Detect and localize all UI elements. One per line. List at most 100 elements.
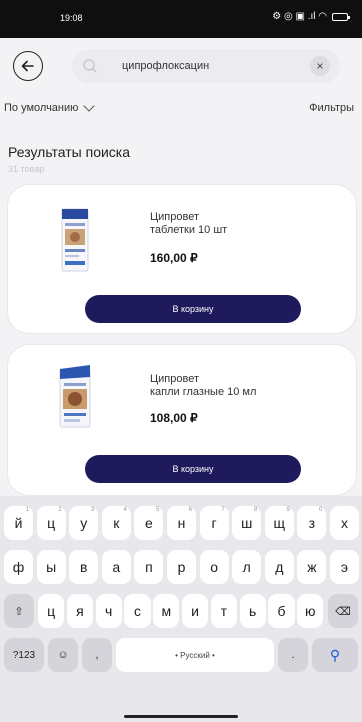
key-label: н (177, 515, 186, 531)
key[interactable]: в (69, 550, 99, 584)
key[interactable]: к4 (101, 506, 131, 540)
key-label: ж (307, 559, 317, 575)
key-hint: 3 (90, 507, 95, 513)
emoji-key[interactable]: ☺ (48, 638, 78, 672)
key[interactable]: а (101, 550, 131, 584)
product-price: 108,00 ₽ (150, 411, 198, 425)
keyboard-row: й1ц2у3к4е5н6г7ш8щ9з0х (0, 506, 362, 542)
chevron-down-icon (83, 99, 96, 112)
search-field[interactable]: × (72, 49, 340, 83)
home-indicator[interactable] (124, 715, 238, 718)
key[interactable]: ц2 (36, 506, 66, 540)
key-hint: 8 (253, 507, 258, 513)
key-hint: 9 (286, 507, 290, 513)
key[interactable]: н6 (167, 506, 196, 540)
comma-key[interactable]: , (82, 638, 112, 672)
key[interactable]: у3 (69, 506, 99, 540)
product-card[interactable]: Ципровет капли глазные 10 мл 108,00 ₽ В … (7, 344, 357, 496)
symbols-key[interactable]: ?123 (4, 638, 44, 672)
space-key[interactable]: • Русский • (116, 638, 274, 672)
key-label: й (14, 515, 23, 531)
clear-search-button[interactable]: × (310, 56, 330, 76)
product-card[interactable]: Ципровет таблетки 10 шт 160,00 ₽ В корзи… (7, 184, 357, 334)
key-label: м (161, 603, 172, 619)
keyboard-row: ⇧ ⌫ ц я ч с м и т ь б ю (0, 594, 362, 630)
key[interactable]: щ9 (264, 506, 294, 540)
key-label: е (144, 515, 153, 531)
results-title: Результаты поиска (8, 144, 131, 160)
key-label: ц (47, 515, 56, 531)
product-title: Ципровет (150, 373, 199, 385)
product-subtitle: капли глазные 10 мл (150, 386, 257, 398)
key[interactable]: л (232, 550, 262, 584)
back-button[interactable] (13, 51, 43, 81)
key[interactable]: ч (95, 594, 122, 628)
eye-drops-box-image (59, 365, 91, 428)
key[interactable]: э (330, 550, 359, 584)
key[interactable]: д (264, 550, 294, 584)
key-hint: 5 (156, 507, 160, 513)
filters-button[interactable]: Фильтры (309, 102, 354, 114)
key-label: и (191, 603, 199, 619)
key[interactable]: с (124, 594, 151, 628)
sort-dropdown[interactable]: По умолчанию (4, 99, 96, 114)
key-label: ю (305, 603, 316, 619)
search-results-screen: × По умолчанию Фильтры Результаты поиска… (0, 38, 362, 722)
key-label: с (133, 603, 141, 619)
key-label: я (76, 603, 84, 619)
search-key[interactable]: ⚲ (312, 638, 358, 672)
key[interactable]: п (134, 550, 164, 584)
key[interactable]: ф (4, 550, 33, 584)
key-label: в (79, 559, 88, 575)
key[interactable]: з0 (297, 506, 327, 540)
key-label: р (177, 559, 186, 575)
key[interactable]: х (330, 506, 359, 540)
key-label: л (242, 559, 251, 575)
status-bar: 19:08 ⚙ ◎ ▣ .ıl ◠ (0, 0, 362, 38)
key-hint: 7 (221, 507, 225, 513)
key-label: б (277, 603, 286, 619)
product-subtitle: таблетки 10 шт (150, 224, 228, 236)
key[interactable]: ц (38, 594, 65, 628)
key[interactable]: ж (297, 550, 327, 584)
key-label: ф (12, 559, 25, 575)
keyboard-row: ?123 ☺ , • Русский • . ⚲ (0, 638, 362, 674)
key-label: а (112, 559, 121, 575)
key[interactable]: ы (36, 550, 66, 584)
key[interactable]: й1 (4, 506, 33, 540)
product-name: Ципровет капли глазные 10 мл (150, 373, 320, 399)
add-to-cart-button[interactable]: В корзину (85, 455, 301, 483)
status-icons: ⚙ ◎ ▣ .ıl ◠ (272, 11, 350, 22)
key[interactable]: я (66, 594, 93, 628)
key-label: у (80, 515, 88, 531)
key-label: ь (249, 603, 257, 619)
key[interactable]: о (199, 550, 229, 584)
key[interactable]: г7 (199, 506, 229, 540)
battery-icon (332, 12, 350, 21)
key[interactable]: б (268, 594, 295, 628)
add-to-cart-button[interactable]: В корзину (85, 295, 301, 323)
key-label: п (145, 559, 153, 575)
search-input[interactable] (122, 49, 292, 83)
key[interactable]: р (167, 550, 196, 584)
key[interactable]: ю (297, 594, 324, 628)
sort-label: По умолчанию (4, 102, 79, 114)
key[interactable]: т (210, 594, 237, 628)
key[interactable]: и (182, 594, 209, 628)
backspace-key[interactable]: ⌫ (328, 594, 358, 628)
key-hint: 6 (188, 507, 192, 513)
search-icon (83, 59, 97, 73)
sort-filter-bar: По умолчанию Фильтры (0, 99, 362, 122)
period-key[interactable]: . (278, 638, 308, 672)
status-indicators: ⚙ ◎ ▣ .ıl ◠ (272, 11, 327, 22)
key[interactable]: е5 (134, 506, 164, 540)
key-label: э (340, 559, 349, 575)
key[interactable]: ь (239, 594, 266, 628)
key-label: г (211, 515, 217, 531)
key-label: х (341, 515, 348, 531)
shift-key[interactable]: ⇧ (4, 594, 34, 628)
key[interactable]: ш8 (232, 506, 262, 540)
keyboard-row: фыв а п ролдж э (0, 550, 362, 586)
product-price: 160,00 ₽ (150, 251, 198, 265)
key[interactable]: м (153, 594, 180, 628)
